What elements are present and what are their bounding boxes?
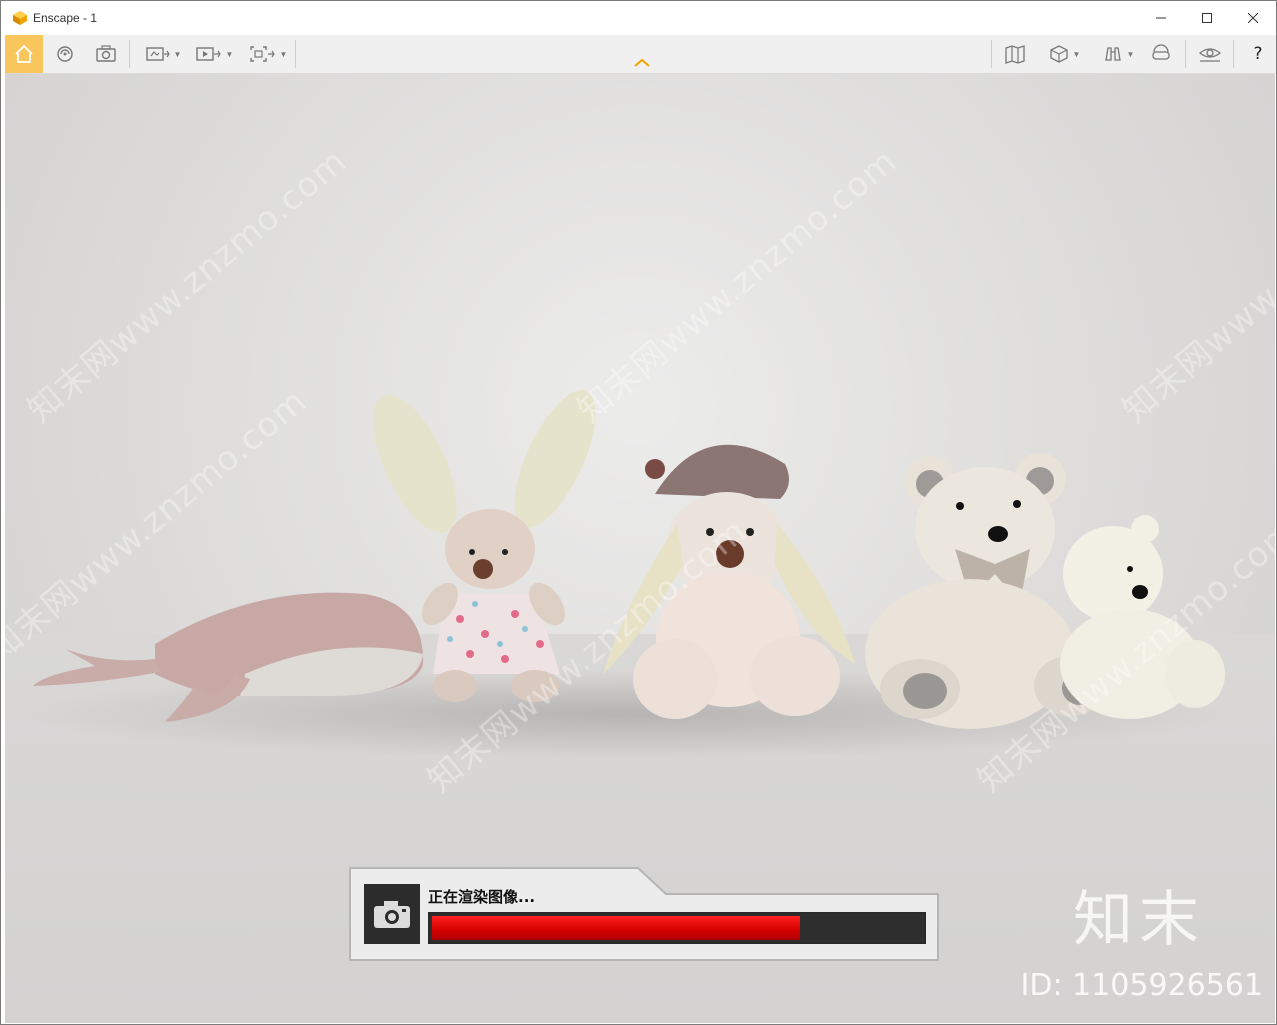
- cube-view-icon: [1049, 45, 1068, 63]
- video-editor-icon: [195, 47, 221, 61]
- map-icon: [1005, 45, 1025, 64]
- batch-render-icon: [249, 46, 275, 62]
- view-capture-button[interactable]: ▼: [141, 35, 185, 73]
- progress-bar-fill: [432, 916, 800, 940]
- hat-bunny-plush: [603, 444, 855, 719]
- screenshot-button[interactable]: [91, 35, 121, 73]
- camera-icon-box: [364, 884, 420, 944]
- map-button[interactable]: [1001, 35, 1029, 73]
- screenshot-icon: [96, 45, 116, 62]
- render-progress-bar: [428, 912, 926, 944]
- chevron-up-icon: [634, 58, 650, 67]
- chevron-down-icon[interactable]: ▼: [226, 50, 234, 59]
- minimize-icon: [1156, 17, 1166, 19]
- toolbar-separator: [1185, 40, 1186, 68]
- maximize-button[interactable]: [1184, 1, 1230, 35]
- render-progress-panel: 正在渲染图像...: [348, 864, 940, 964]
- enscape-toolbar: ▼ ▼ ▼ ▼ ▼ ?: [5, 35, 1276, 74]
- toolbar-separator: [991, 40, 992, 68]
- visual-settings-icon: [1198, 48, 1222, 62]
- window-title: Enscape - 1: [33, 11, 98, 25]
- binoculars-button[interactable]: ▼: [1093, 35, 1143, 73]
- vr-headset-icon: [1152, 44, 1170, 60]
- chevron-down-icon[interactable]: ▼: [174, 50, 182, 59]
- window-controls: [1138, 1, 1276, 35]
- enscape-logo-icon: [11, 9, 29, 27]
- home-button[interactable]: [5, 35, 43, 73]
- toolbar-separator: [129, 40, 130, 68]
- help-button[interactable]: ?: [1246, 35, 1270, 73]
- title-bar[interactable]: Enscape - 1: [1, 1, 1276, 35]
- close-button[interactable]: [1230, 1, 1276, 35]
- vr-headset-button[interactable]: [1147, 35, 1175, 73]
- toolbar-separator: [295, 40, 296, 68]
- video-editor-button[interactable]: ▼: [191, 35, 237, 73]
- maximize-icon: [1202, 13, 1212, 23]
- batch-render-button[interactable]: ▼: [245, 35, 291, 73]
- render-viewport[interactable]: 知末网www.znzmo.com 知末网www.znzmo.com 知末网www…: [5, 74, 1275, 1023]
- white-bear-plush: [1060, 515, 1225, 719]
- collapse-toolbar-button[interactable]: [633, 55, 651, 73]
- home-icon: [15, 44, 33, 63]
- chevron-down-icon[interactable]: ▼: [280, 50, 288, 59]
- orbit-icon: [57, 46, 73, 62]
- minimize-button[interactable]: [1138, 1, 1184, 35]
- toolbar-separator: [1233, 40, 1234, 68]
- camera-icon: [374, 901, 410, 928]
- render-status-text: 正在渲染图像...: [428, 888, 536, 906]
- brand-watermark: 知末: [1073, 885, 1205, 955]
- enscape-window: Enscape - 1 ▼ ▼ ▼ ▼ ▼ ? 知末网www.znzmo.com…: [0, 0, 1277, 1025]
- chevron-down-icon[interactable]: ▼: [1127, 50, 1135, 59]
- chevron-down-icon[interactable]: ▼: [1073, 50, 1081, 59]
- view-capture-icon: [145, 47, 170, 61]
- binoculars-icon: [1104, 47, 1121, 61]
- cube-view-button[interactable]: ▼: [1039, 35, 1089, 73]
- orbit-button[interactable]: [51, 35, 79, 73]
- close-icon: [1248, 13, 1258, 23]
- visual-settings-button[interactable]: [1195, 35, 1225, 73]
- id-watermark: ID: 1105926561: [1020, 968, 1263, 1003]
